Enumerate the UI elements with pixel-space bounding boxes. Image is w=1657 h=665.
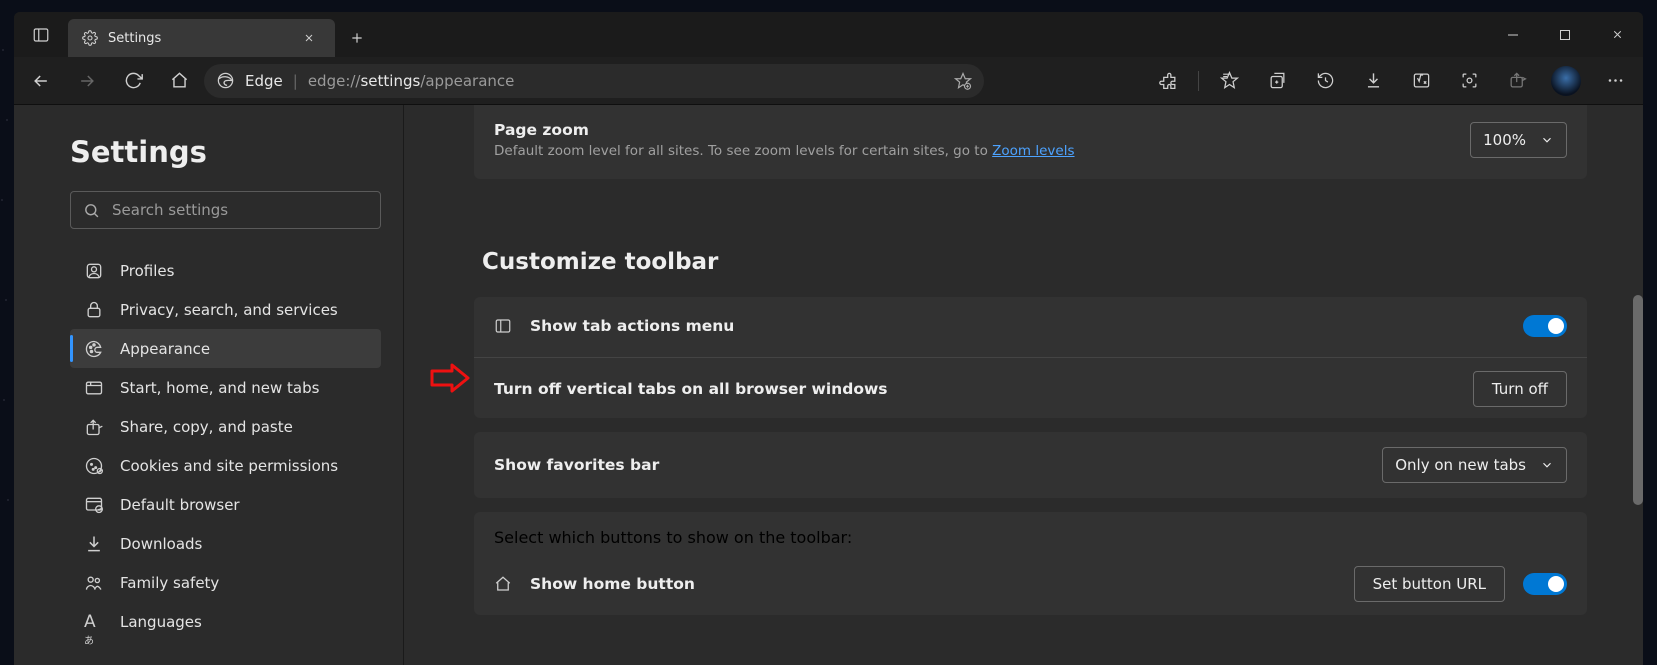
- home-button[interactable]: [158, 62, 200, 100]
- profile-avatar[interactable]: [1551, 66, 1581, 96]
- favorites-bar-select[interactable]: Only on new tabs: [1382, 447, 1567, 483]
- favorite-star-button[interactable]: [954, 72, 972, 90]
- nav-start-home-tabs[interactable]: Start, home, and new tabs: [70, 368, 381, 407]
- page-zoom-label: Page zoom: [494, 121, 1452, 139]
- maximize-button[interactable]: [1539, 12, 1591, 57]
- settings-search[interactable]: [70, 191, 381, 229]
- nav-privacy[interactable]: Privacy, search, and services: [70, 290, 381, 329]
- plus-icon: [349, 30, 365, 46]
- url-brand: Edge: [245, 72, 283, 90]
- history-button[interactable]: [1303, 62, 1347, 100]
- nav-default-browser[interactable]: Default browser: [70, 485, 381, 524]
- page-zoom-select[interactable]: 100%: [1470, 122, 1567, 158]
- share-button[interactable]: [1495, 62, 1539, 100]
- refresh-button[interactable]: [112, 62, 154, 100]
- downloads-button[interactable]: [1351, 62, 1395, 100]
- favorites-bar-row: Show favorites bar Only on new tabs: [494, 444, 1567, 486]
- favorites-button[interactable]: [1207, 62, 1251, 100]
- toolbar-buttons-heading: Select which buttons to show on the tool…: [494, 528, 1567, 547]
- url-separator: |: [293, 72, 298, 90]
- tab-title: Settings: [108, 31, 161, 46]
- home-icon: [494, 575, 512, 593]
- chevron-down-icon: [1540, 458, 1554, 472]
- turn-off-vertical-tabs-button[interactable]: Turn off: [1473, 371, 1567, 407]
- settings-heading: Settings: [70, 135, 381, 169]
- close-window-button[interactable]: [1591, 12, 1643, 57]
- web-capture-button[interactable]: [1447, 62, 1491, 100]
- nav-share-copy-paste[interactable]: Share, copy, and paste: [70, 407, 381, 446]
- gear-icon: [82, 30, 98, 46]
- nav-languages[interactable]: AあLanguages: [70, 602, 381, 641]
- nav-profiles[interactable]: Profiles: [70, 251, 381, 290]
- chevron-down-icon: [1540, 133, 1554, 147]
- home-button-toggle[interactable]: [1523, 573, 1567, 595]
- extensions-button[interactable]: [1146, 62, 1190, 100]
- page-zoom-setting: Page zoom Default zoom level for all sit…: [474, 105, 1587, 179]
- back-button[interactable]: [20, 62, 62, 100]
- minimize-button[interactable]: [1487, 12, 1539, 57]
- customize-toolbar-heading: Customize toolbar: [482, 249, 1587, 275]
- collections-button[interactable]: [1255, 62, 1299, 100]
- show-tab-actions-row: Show tab actions menu: [494, 305, 1567, 347]
- close-icon: [303, 32, 315, 44]
- address-bar[interactable]: Edge | edge://settings/appearance: [204, 64, 984, 98]
- settings-search-input[interactable]: [112, 201, 368, 219]
- edge-logo-icon: [216, 71, 235, 90]
- url-text: edge://settings/appearance: [308, 72, 515, 90]
- tab-actions-icon: [494, 317, 512, 335]
- annotation-arrow-icon: [430, 363, 470, 393]
- show-home-button-row: Show home button Set button URL: [494, 563, 1567, 605]
- search-icon: [83, 202, 100, 219]
- math-solver-button[interactable]: [1399, 62, 1443, 100]
- page-zoom-desc: Default zoom level for all sites. To see…: [494, 143, 1452, 159]
- forward-button[interactable]: [66, 62, 108, 100]
- nav-appearance[interactable]: Appearance: [70, 329, 381, 368]
- new-tab-button[interactable]: [335, 19, 379, 57]
- zoom-levels-link[interactable]: Zoom levels: [992, 143, 1074, 159]
- vertical-tabs-button[interactable]: [14, 12, 68, 57]
- scrollbar-thumb[interactable]: [1633, 295, 1643, 505]
- tab-actions-toggle[interactable]: [1523, 315, 1567, 337]
- vertical-tabs-row: Turn off vertical tabs on all browser wi…: [494, 368, 1567, 410]
- nav-family-safety[interactable]: Family safety: [70, 563, 381, 602]
- browser-tab[interactable]: Settings: [68, 19, 335, 57]
- set-home-url-button[interactable]: Set button URL: [1354, 566, 1505, 602]
- nav-cookies-permissions[interactable]: Cookies and site permissions: [70, 446, 381, 485]
- nav-downloads[interactable]: Downloads: [70, 524, 381, 563]
- close-tab-button[interactable]: [295, 24, 323, 52]
- more-menu-button[interactable]: [1593, 62, 1637, 100]
